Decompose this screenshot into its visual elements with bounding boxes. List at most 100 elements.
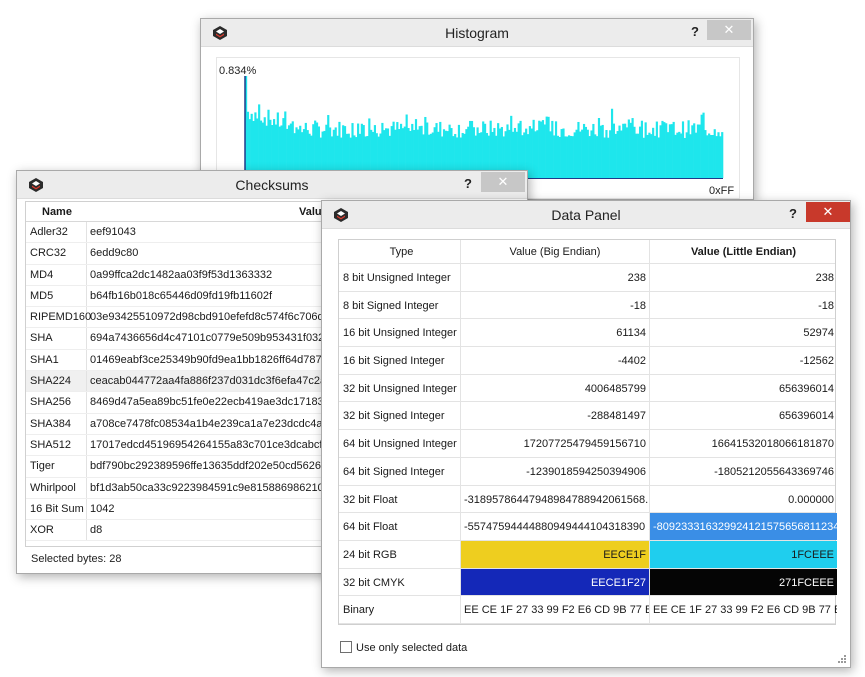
data-type-label: 8 bit Unsigned Integer	[339, 264, 461, 291]
data-panel-row[interactable]: 24 bit RGB EECE1F 1FCEEE	[339, 540, 837, 569]
histogram-bar	[607, 137, 610, 178]
resize-grip-icon[interactable]	[837, 654, 847, 664]
little-endian-value[interactable]: EE CE 1F 27 33 99 F2 E6 CD 9B 77 BF...	[650, 596, 837, 623]
use-selected-data-option[interactable]: Use only selected data	[340, 641, 467, 654]
data-panel-row[interactable]: 8 bit Unsigned Integer 238 238	[339, 264, 835, 292]
data-panel-window: Data Panel ? ✕ Type Value (Big Endian) V…	[321, 200, 851, 668]
little-endian-value[interactable]: -18	[650, 292, 837, 319]
data-panel-row[interactable]: 32 bit Signed Integer -288481497 656396014	[339, 402, 837, 431]
histogram-bar	[653, 135, 657, 178]
data-panel-table[interactable]: Type Value (Big Endian) Value (Little En…	[338, 239, 837, 625]
histogram-bar	[704, 130, 707, 178]
column-header-little-endian[interactable]: Value (Little Endian)	[650, 240, 837, 263]
histogram-bar	[666, 132, 670, 178]
histogram-bar	[566, 136, 569, 178]
big-endian-value[interactable]: -31895786447948984788942061568....	[461, 485, 650, 513]
data-panel-help-button[interactable]: ?	[784, 204, 802, 224]
column-divider	[86, 328, 87, 349]
histogram-bar	[577, 121, 580, 178]
histogram-bar	[691, 125, 694, 178]
little-endian-value[interactable]: -12562	[650, 347, 837, 374]
data-panel-titlebar[interactable]: Data Panel ? ✕	[322, 201, 850, 229]
data-panel-row[interactable]: Binary EE CE 1F 27 33 99 F2 E6 CD 9B 77 B…	[339, 596, 837, 624]
data-panel-row[interactable]: 32 bit Float -318957864479489847889420615…	[339, 485, 837, 514]
big-endian-value[interactable]: 238	[461, 264, 650, 291]
little-endian-value[interactable]: 1FCEEE	[650, 540, 837, 568]
checksum-name: CRC32	[30, 247, 67, 260]
little-endian-value[interactable]: 656396014	[650, 402, 837, 429]
data-panel-row[interactable]: 8 bit Signed Integer -18 -18	[339, 291, 837, 320]
histogram-bar	[597, 118, 601, 178]
big-endian-value[interactable]: EECE1F	[461, 540, 650, 568]
checksum-value: bf1d3ab50ca33c9223984591c9e815886986210f…	[90, 481, 339, 494]
histogram-bar	[560, 129, 563, 178]
data-panel-row[interactable]: 32 bit Unsigned Integer 4006485799 6563960…	[339, 374, 837, 403]
histogram-bar	[551, 120, 554, 178]
data-panel-close-button[interactable]: ✕	[806, 202, 850, 222]
histogram-bar	[581, 129, 584, 178]
big-endian-value[interactable]: -4402	[461, 347, 650, 374]
histogram-bar	[534, 131, 537, 178]
checksum-value: 03e93425510972d98cbd910efefd8c574f6c706d	[90, 311, 324, 324]
big-endian-value[interactable]: 61134	[461, 319, 650, 347]
column-header-name[interactable]: Name	[42, 206, 72, 218]
histogram-bar	[668, 124, 672, 178]
little-endian-value[interactable]: 238	[650, 264, 837, 291]
data-panel-row[interactable]: 64 bit Signed Integer -123901859425039490…	[339, 457, 837, 486]
little-endian-value[interactable]: 52974	[650, 319, 837, 346]
data-panel-table-body: 8 bit Unsigned Integer 238 238 8 bit Signed…	[339, 264, 837, 624]
little-endian-value[interactable]: 271FCEEE	[650, 568, 837, 596]
big-endian-value[interactable]: -1239018594250394906	[461, 457, 650, 485]
big-endian-value[interactable]: EE CE 1F 27 33 99 F2 E6 CD 9B 77 BF...	[461, 596, 650, 623]
histogram-bar	[547, 116, 550, 178]
data-type-label: 8 bit Signed Integer	[339, 291, 461, 319]
histogram-bar	[637, 133, 640, 178]
histogram-bar	[258, 104, 261, 178]
checksums-titlebar[interactable]: Checksums ? ✕	[17, 171, 527, 199]
big-endian-value[interactable]: -18	[461, 291, 650, 319]
histogram-help-button[interactable]: ?	[686, 22, 704, 42]
histogram-bar	[254, 112, 257, 178]
histogram-bar	[588, 136, 591, 178]
little-endian-value[interactable]: 0.000000	[650, 486, 837, 513]
little-endian-value[interactable]: -8092333163299241215756568112345....	[650, 513, 837, 540]
checksum-name: MD4	[30, 268, 54, 281]
use-selected-data-checkbox[interactable]	[340, 641, 352, 653]
data-panel-row[interactable]: 64 bit Unsigned Integer 17207725479459156…	[339, 430, 835, 458]
column-header-type[interactable]: Type	[339, 240, 461, 263]
data-panel-row[interactable]: 16 bit Signed Integer -4402 -12562	[339, 347, 835, 375]
checksum-name: XOR	[30, 524, 54, 537]
histogram-bar	[510, 115, 513, 178]
data-panel-row[interactable]: 16 bit Unsigned Integer 61134 52974	[339, 319, 837, 348]
histogram-bar	[562, 128, 565, 178]
histogram-close-button[interactable]: ✕	[707, 20, 751, 40]
data-panel-row[interactable]: 32 bit CMYK EECE1F27 271FCEEE	[339, 568, 837, 597]
selected-bytes-status: Selected bytes: 28	[31, 553, 122, 565]
histogram-bar	[674, 134, 677, 178]
histogram-bar	[568, 135, 571, 178]
histogram-bar	[590, 130, 593, 178]
big-endian-value[interactable]: EECE1F27	[461, 568, 650, 596]
column-header-big-endian[interactable]: Value (Big Endian)	[461, 240, 650, 263]
column-divider	[86, 520, 87, 541]
data-panel-row[interactable]: 64 bit Float -557475944448809494441043183…	[339, 513, 837, 541]
histogram-x-max-label: 0xFF	[709, 185, 735, 197]
histogram-title: Histogram	[445, 25, 509, 41]
checksums-close-button[interactable]: ✕	[481, 172, 525, 192]
checksum-name: MD5	[30, 289, 54, 302]
histogram-bar	[681, 121, 685, 178]
histogram-bar	[569, 135, 573, 178]
big-endian-value[interactable]: 4006485799	[461, 374, 650, 402]
little-endian-value[interactable]: 656396014	[650, 375, 837, 402]
big-endian-value[interactable]: 17207725479459156710	[461, 430, 650, 457]
histogram-bar	[610, 108, 614, 178]
histogram-bar	[267, 109, 270, 178]
little-endian-value[interactable]: 16641532018066181870	[650, 430, 837, 457]
data-type-label: 32 bit Signed Integer	[339, 402, 461, 430]
checksums-help-button[interactable]: ?	[459, 174, 477, 194]
histogram-titlebar[interactable]: Histogram ? ✕	[201, 19, 753, 47]
histogram-y-max-label: 0.834%	[219, 65, 257, 77]
big-endian-value[interactable]: -288481497	[461, 402, 650, 430]
big-endian-value[interactable]: -55747594444880949444104318390 1...	[461, 513, 650, 540]
little-endian-value[interactable]: -1805212055643369746	[650, 458, 837, 485]
